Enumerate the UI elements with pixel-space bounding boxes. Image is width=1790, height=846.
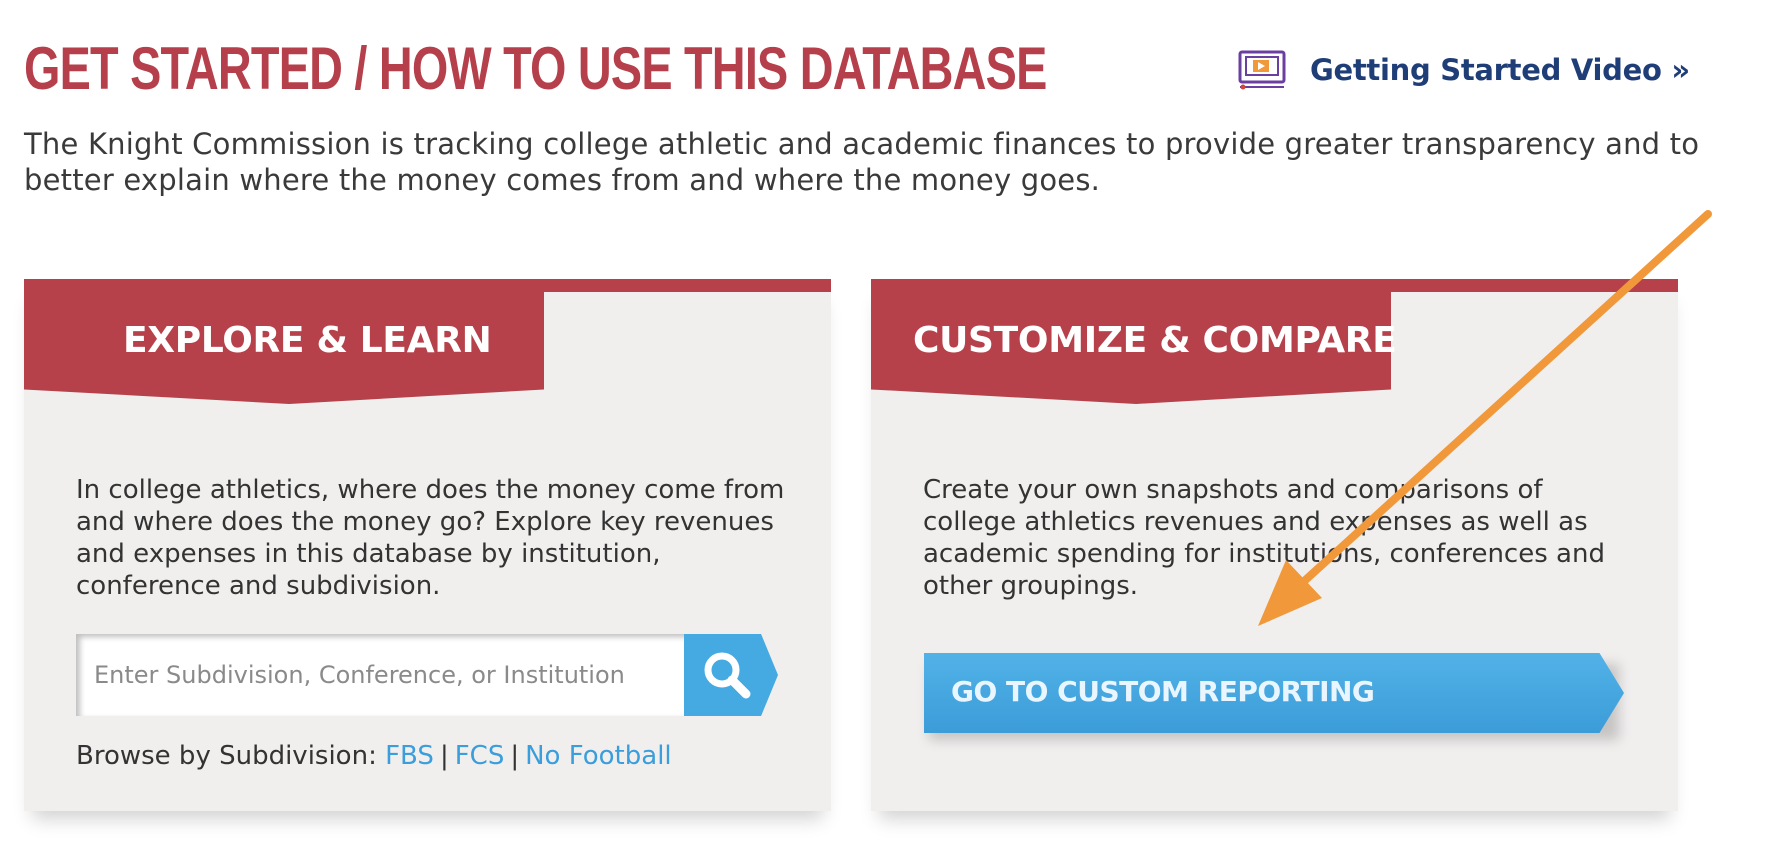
custom-reporting-button[interactable]: GO TO CUSTOM REPORTING [924, 653, 1624, 733]
page-title: GET STARTED / HOW TO USE THIS DATABASE [24, 35, 1047, 102]
search-bar [76, 634, 778, 716]
browse-link-fcs[interactable]: FCS [455, 741, 505, 771]
getting-started-video-link[interactable]: Getting Started Video » [1238, 46, 1690, 94]
video-player-icon [1238, 50, 1286, 90]
search-icon [704, 652, 751, 699]
browse-link-fbs[interactable]: FBS [385, 741, 434, 771]
customize-compare-card: CUSTOMIZE & COMPARE Create your own snap… [871, 279, 1678, 811]
intro-text: The Knight Commission is tracking colleg… [24, 127, 1700, 197]
explore-title: EXPLORE & LEARN [123, 320, 492, 361]
video-link-label: Getting Started Video » [1310, 53, 1690, 87]
search-button[interactable] [684, 634, 778, 716]
explore-learn-card: EXPLORE & LEARN In college athletics, wh… [24, 279, 831, 811]
browse-label: Browse by Subdivision: [76, 741, 377, 771]
custom-reporting-label: GO TO CUSTOM REPORTING [951, 675, 1375, 708]
explore-description: In college athletics, where does the mon… [76, 475, 785, 601]
customize-title: CUSTOMIZE & COMPARE [913, 320, 1397, 361]
customize-description: Create your own snapshots and comparison… [923, 475, 1605, 601]
browse-link-no-football[interactable]: No Football [525, 741, 672, 771]
search-input[interactable] [76, 634, 686, 716]
browse-by-subdivision: Browse by Subdivision: FBS | FCS | No Footba… [76, 740, 672, 772]
separator: | [439, 741, 449, 771]
separator: | [510, 741, 520, 771]
